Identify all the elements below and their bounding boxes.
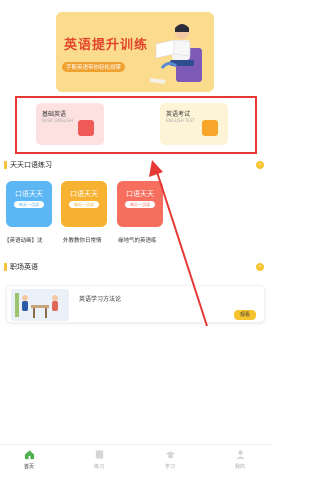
section-title: 天天口语练习 — [10, 161, 52, 169]
practice-tile[interactable]: 口语天天 每天一点读 — [61, 181, 107, 227]
tile-caption[interactable]: 缘地气的英语练 — [118, 236, 170, 244]
tile-label: 口语天天 — [15, 190, 43, 198]
workplace-section-header: 职场英语 › — [4, 261, 266, 273]
tab-label: 练习 — [93, 464, 104, 470]
tile-pill: 每天一点读 — [69, 201, 99, 208]
banner-title: 英语提升训练 — [64, 38, 149, 53]
tile-label: 口语天天 — [70, 190, 98, 198]
tab-label: 我的 — [234, 464, 245, 470]
tile-caption[interactable]: 【英语动画】沈 — [4, 236, 56, 244]
watch-button[interactable]: 观看 — [234, 310, 256, 320]
home-icon — [24, 450, 34, 460]
book-icon — [78, 120, 94, 136]
more-icon[interactable]: › — [256, 263, 264, 271]
item-title: 英语学习方法论 — [79, 296, 122, 303]
tab-practice[interactable]: 练习 — [84, 449, 114, 470]
tile-label: 口语天天 — [126, 190, 154, 198]
section-marker — [4, 161, 7, 169]
user-icon — [235, 450, 245, 460]
meeting-illustration — [11, 289, 69, 321]
workplace-item[interactable]: 英语学习方法论 观看 — [6, 285, 265, 323]
card-title: 英语考试 — [166, 111, 191, 118]
practice-tile[interactable]: 口语天天 每天一点读 — [117, 181, 163, 227]
practice-tile[interactable]: 口语天天 每天一点读 — [6, 181, 52, 227]
book-icon — [95, 450, 103, 459]
more-icon[interactable]: › — [256, 161, 264, 169]
banner-subtitle: 字斯英语带你轻松测掌 — [62, 62, 126, 72]
card-subtitle: BASIC ENGLISH — [42, 118, 73, 123]
tab-label: 学习 — [164, 464, 175, 470]
tile-pill: 每天一点读 — [125, 201, 155, 208]
tab-study[interactable]: 学习 — [155, 449, 185, 470]
tile-pill: 每天一点读 — [14, 201, 44, 208]
document-icon — [202, 120, 218, 136]
section-marker — [4, 263, 7, 271]
tile-caption[interactable]: 外教教你日常情 — [63, 236, 115, 244]
app-screen: 英语提升训练 字斯英语带你轻松测掌 基础英语 BASIC ENGLISH 英语考… — [0, 0, 272, 480]
tab-home[interactable]: 首页 — [14, 449, 44, 470]
tab-profile[interactable]: 我的 — [225, 449, 255, 470]
section-title: 职场英语 — [10, 263, 38, 271]
bottom-tab-bar: 首页 练习 学习 我的 — [0, 444, 272, 480]
card-subtitle: ENGLISH TEST — [166, 118, 195, 123]
practice-section-header: 天天口语练习 › — [4, 159, 266, 171]
hat-icon — [165, 451, 175, 459]
promo-banner[interactable]: 英语提升训练 字斯英语带你轻松测掌 — [56, 12, 214, 92]
english-test-card[interactable]: 英语考试 ENGLISH TEST — [160, 103, 228, 145]
basic-english-card[interactable]: 基础英语 BASIC ENGLISH — [36, 103, 104, 145]
reading-person-illustration — [150, 24, 202, 84]
tab-label: 首页 — [23, 464, 34, 470]
card-title: 基础英语 — [42, 111, 67, 118]
